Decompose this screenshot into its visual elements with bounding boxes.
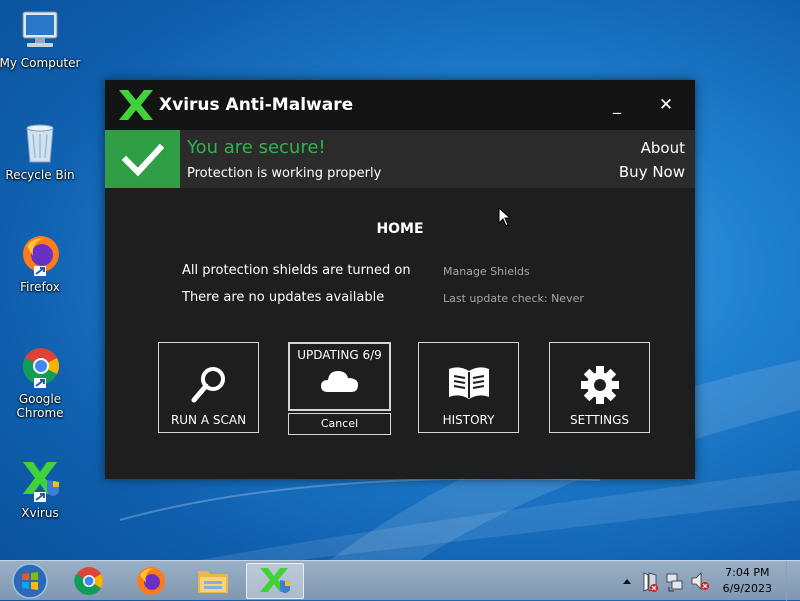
network-icon[interactable] (665, 561, 685, 601)
cancel-update-button[interactable]: Cancel (288, 413, 391, 435)
last-update-check-text: Last update check: Never (443, 292, 584, 305)
computer-icon (22, 11, 58, 47)
taskbar-chrome[interactable] (61, 563, 117, 599)
run-scan-button[interactable]: RUN A SCAN (158, 342, 259, 433)
desktop-icon-google-chrome[interactable]: Google Chrome (0, 344, 82, 420)
chrome-icon (22, 348, 59, 388)
settings-label: SETTINGS (569, 413, 630, 427)
xvirus-icon (23, 462, 59, 502)
book-icon (448, 367, 489, 399)
search-icon (191, 367, 225, 403)
secure-subtitle: Protection is working properly (187, 166, 382, 181)
buy-now-link[interactable]: Buy Now (619, 163, 685, 181)
system-clock[interactable]: 7:04 PM 6/9/2023 (723, 565, 772, 597)
start-button[interactable] (2, 563, 58, 599)
firefox-icon (137, 567, 165, 595)
minimize-button[interactable]: _ (602, 90, 632, 120)
title-bar[interactable]: Xvirus Anti-Malware _ ✕ (105, 80, 695, 130)
updates-status-text: There are no updates available (182, 290, 385, 305)
desktop-icon-label: Xvirus (21, 506, 59, 520)
desktop-icon-label: Google Chrome (16, 392, 64, 420)
app-title: Xvirus Anti-Malware (159, 95, 354, 115)
recycle-bin-icon (26, 124, 54, 163)
desktop-icon-firefox[interactable]: Firefox (0, 232, 82, 294)
update-tile: UPDATING 6/9 Cancel (288, 342, 391, 435)
desktop-icon-label: My Computer (0, 56, 81, 70)
secure-title: You are secure! (187, 137, 326, 158)
updating-label: UPDATING 6/9 (297, 348, 382, 362)
mouse-cursor-icon (498, 207, 512, 227)
gear-icon (580, 366, 619, 404)
secure-status-box (105, 130, 180, 188)
taskbar-xvirus[interactable] (246, 563, 304, 599)
explorer-icon (198, 571, 228, 593)
desktop-icon-recycle-bin[interactable]: Recycle Bin (0, 120, 82, 182)
desktop-icon-label: Firefox (20, 280, 60, 294)
desktop-icon-my-computer[interactable]: My Computer (0, 8, 82, 70)
updating-status-box: UPDATING 6/9 (288, 342, 391, 411)
clock-time: 7:04 PM (725, 566, 770, 579)
show-hidden-icons-icon[interactable] (620, 561, 634, 601)
show-desktop-button[interactable] (786, 561, 800, 601)
start-orb-icon (12, 563, 48, 599)
taskbar-firefox[interactable] (123, 563, 179, 599)
taskbar-explorer[interactable] (185, 563, 241, 599)
xvirus-window: Xvirus Anti-Malware _ ✕ You are secure! … (105, 80, 695, 479)
history-button[interactable]: HISTORY (418, 342, 519, 433)
xvirus-logo-icon (119, 90, 153, 120)
checkmark-icon (121, 143, 165, 177)
taskbar: 7:04 PM 6/9/2023 (0, 560, 800, 601)
volume-icon[interactable] (690, 561, 710, 601)
chrome-icon (74, 567, 103, 596)
clock-date: 6/9/2023 (722, 582, 772, 595)
desktop-icon-xvirus[interactable]: Xvirus (0, 458, 82, 520)
shields-status-text: All protection shields are turned on (182, 263, 411, 278)
history-label: HISTORY (442, 413, 495, 427)
action-center-icon[interactable] (641, 561, 659, 601)
run-scan-label: RUN A SCAN (170, 413, 247, 427)
page-title: HOME (376, 221, 424, 237)
xvirus-icon (260, 568, 290, 593)
firefox-icon (23, 236, 59, 276)
status-banner: You are secure! Protection is working pr… (105, 130, 695, 188)
desktop-icon-label: Recycle Bin (5, 168, 75, 182)
close-button[interactable]: ✕ (651, 90, 681, 120)
about-link[interactable]: About (641, 139, 685, 157)
settings-button[interactable]: SETTINGS (549, 342, 650, 433)
cloud-icon (320, 371, 358, 392)
manage-shields-link[interactable]: Manage Shields (443, 265, 530, 278)
